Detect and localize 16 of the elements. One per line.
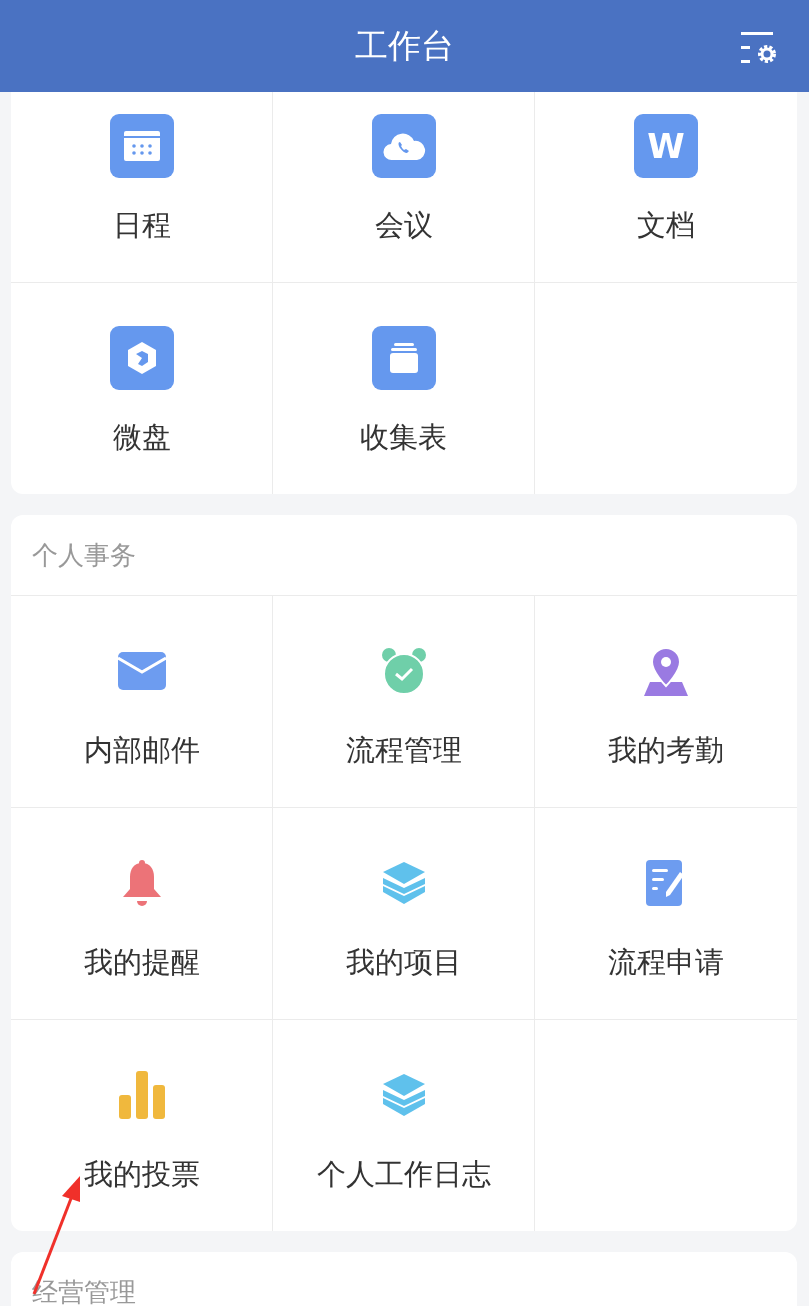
app-tile[interactable]: 会议: [371, 92, 436, 246]
app-tile[interactable]: W 文档: [634, 92, 698, 246]
app-tile[interactable]: 我的投票: [83, 1020, 200, 1195]
word-document-icon: W: [634, 114, 698, 178]
app-tile[interactable]: 流程申请: [608, 808, 724, 983]
app-tile[interactable]: 内部邮件: [83, 596, 200, 771]
app-tile[interactable]: 我的项目: [345, 808, 462, 983]
section-title: 个人事务: [32, 538, 136, 572]
app-tile[interactable]: 日程: [109, 92, 174, 246]
app-tile[interactable]: 流程管理: [345, 596, 462, 771]
app-tile[interactable]: 收集表: [360, 283, 447, 458]
app-tile[interactable]: 微盘: [109, 283, 174, 458]
app-tile[interactable]: 我的考勤: [608, 596, 724, 771]
app-tile[interactable]: 个人工作日志: [316, 1020, 491, 1195]
page-title: 工作台: [355, 24, 454, 67]
app-tile[interactable]: 我的提醒: [83, 808, 200, 983]
